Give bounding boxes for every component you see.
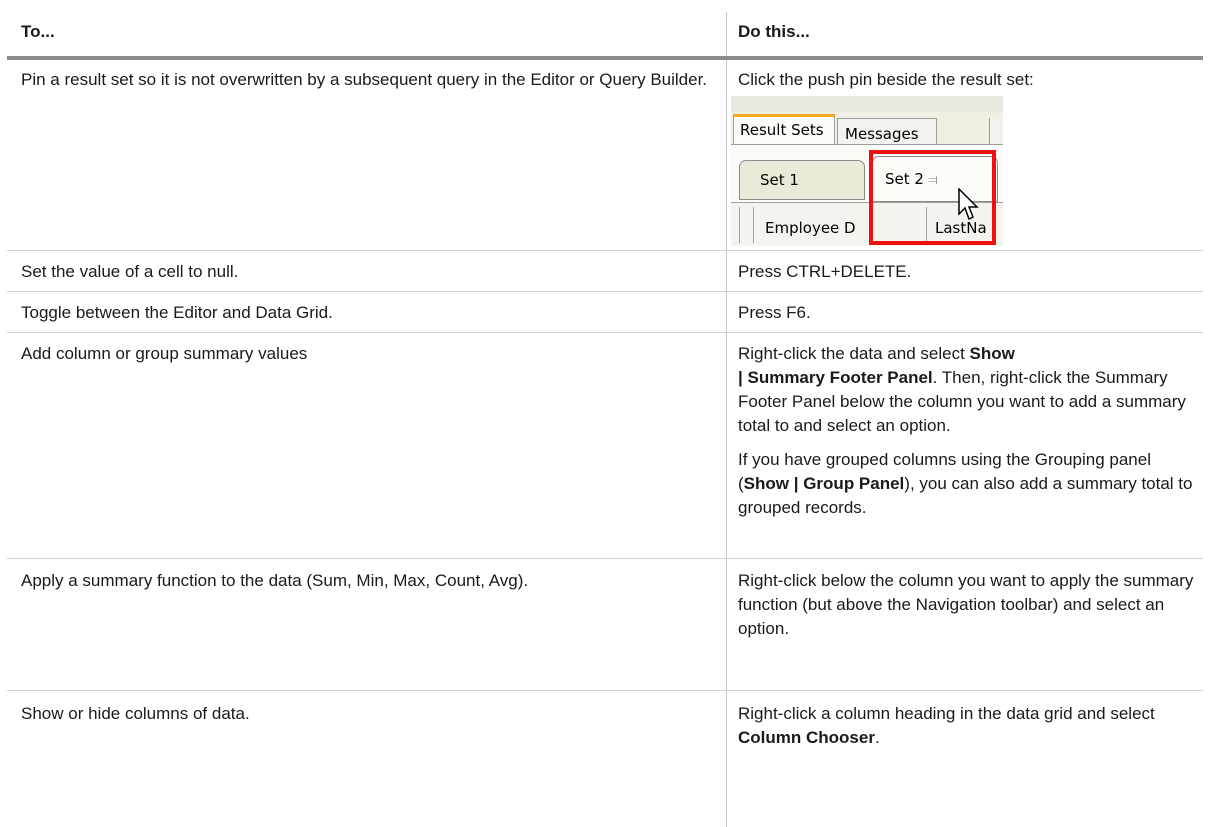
row-task: Apply a summary function to the data (Su…	[21, 571, 529, 590]
table-row: Pin a result set so it is not overwritte…	[7, 58, 1203, 251]
row-task: Show or hide columns of data.	[21, 704, 250, 723]
table-row: Apply a summary function to the data (Su…	[7, 559, 1203, 691]
table-header: To... Do this...	[7, 0, 1203, 60]
document-page: To... Do this... Pin a result set so it …	[0, 0, 1210, 827]
tab-messages: Messages	[837, 118, 937, 146]
header-do-this: Do this...	[738, 22, 810, 41]
row-action: Right-click below the column you want to…	[738, 571, 1194, 638]
action-paragraph: Right-click the data and select Show | Su…	[738, 344, 1186, 435]
row-task: Toggle between the Editor and Data Grid.	[21, 303, 333, 322]
row-action: Press CTRL+DELETE.	[738, 262, 912, 281]
action-paragraph: If you have grouped columns using the Gr…	[738, 450, 1193, 517]
tab-set-1: Set 1	[739, 160, 865, 200]
column-employee: Employee D	[765, 219, 856, 237]
header-to: To...	[21, 22, 55, 41]
tab-result-sets: Result Sets	[733, 114, 835, 144]
table-row: Set the value of a cell to null. Press C…	[7, 251, 1203, 292]
row-action: Click the push pin beside the result set…	[738, 70, 1034, 89]
table-row: Show or hide columns of data. Right-clic…	[7, 691, 1203, 827]
row-action: Right-click a column heading in the data…	[738, 704, 1155, 747]
row-task: Pin a result set so it is not overwritte…	[21, 70, 708, 89]
row-task: Set the value of a cell to null.	[21, 262, 239, 281]
table-row: Toggle between the Editor and Data Grid.…	[7, 292, 1203, 333]
table-row: Add column or group summary values Right…	[7, 333, 1203, 559]
result-sets-screenshot: Result Sets Messages Set 1 Set 2 ⫤ Employ…	[731, 96, 1003, 246]
mouse-pointer-icon	[958, 188, 979, 221]
row-action: Right-click the data and select Show | Su…	[738, 342, 1198, 520]
row-task: Add column or group summary values	[21, 344, 308, 363]
row-action: Press F6.	[738, 303, 811, 322]
